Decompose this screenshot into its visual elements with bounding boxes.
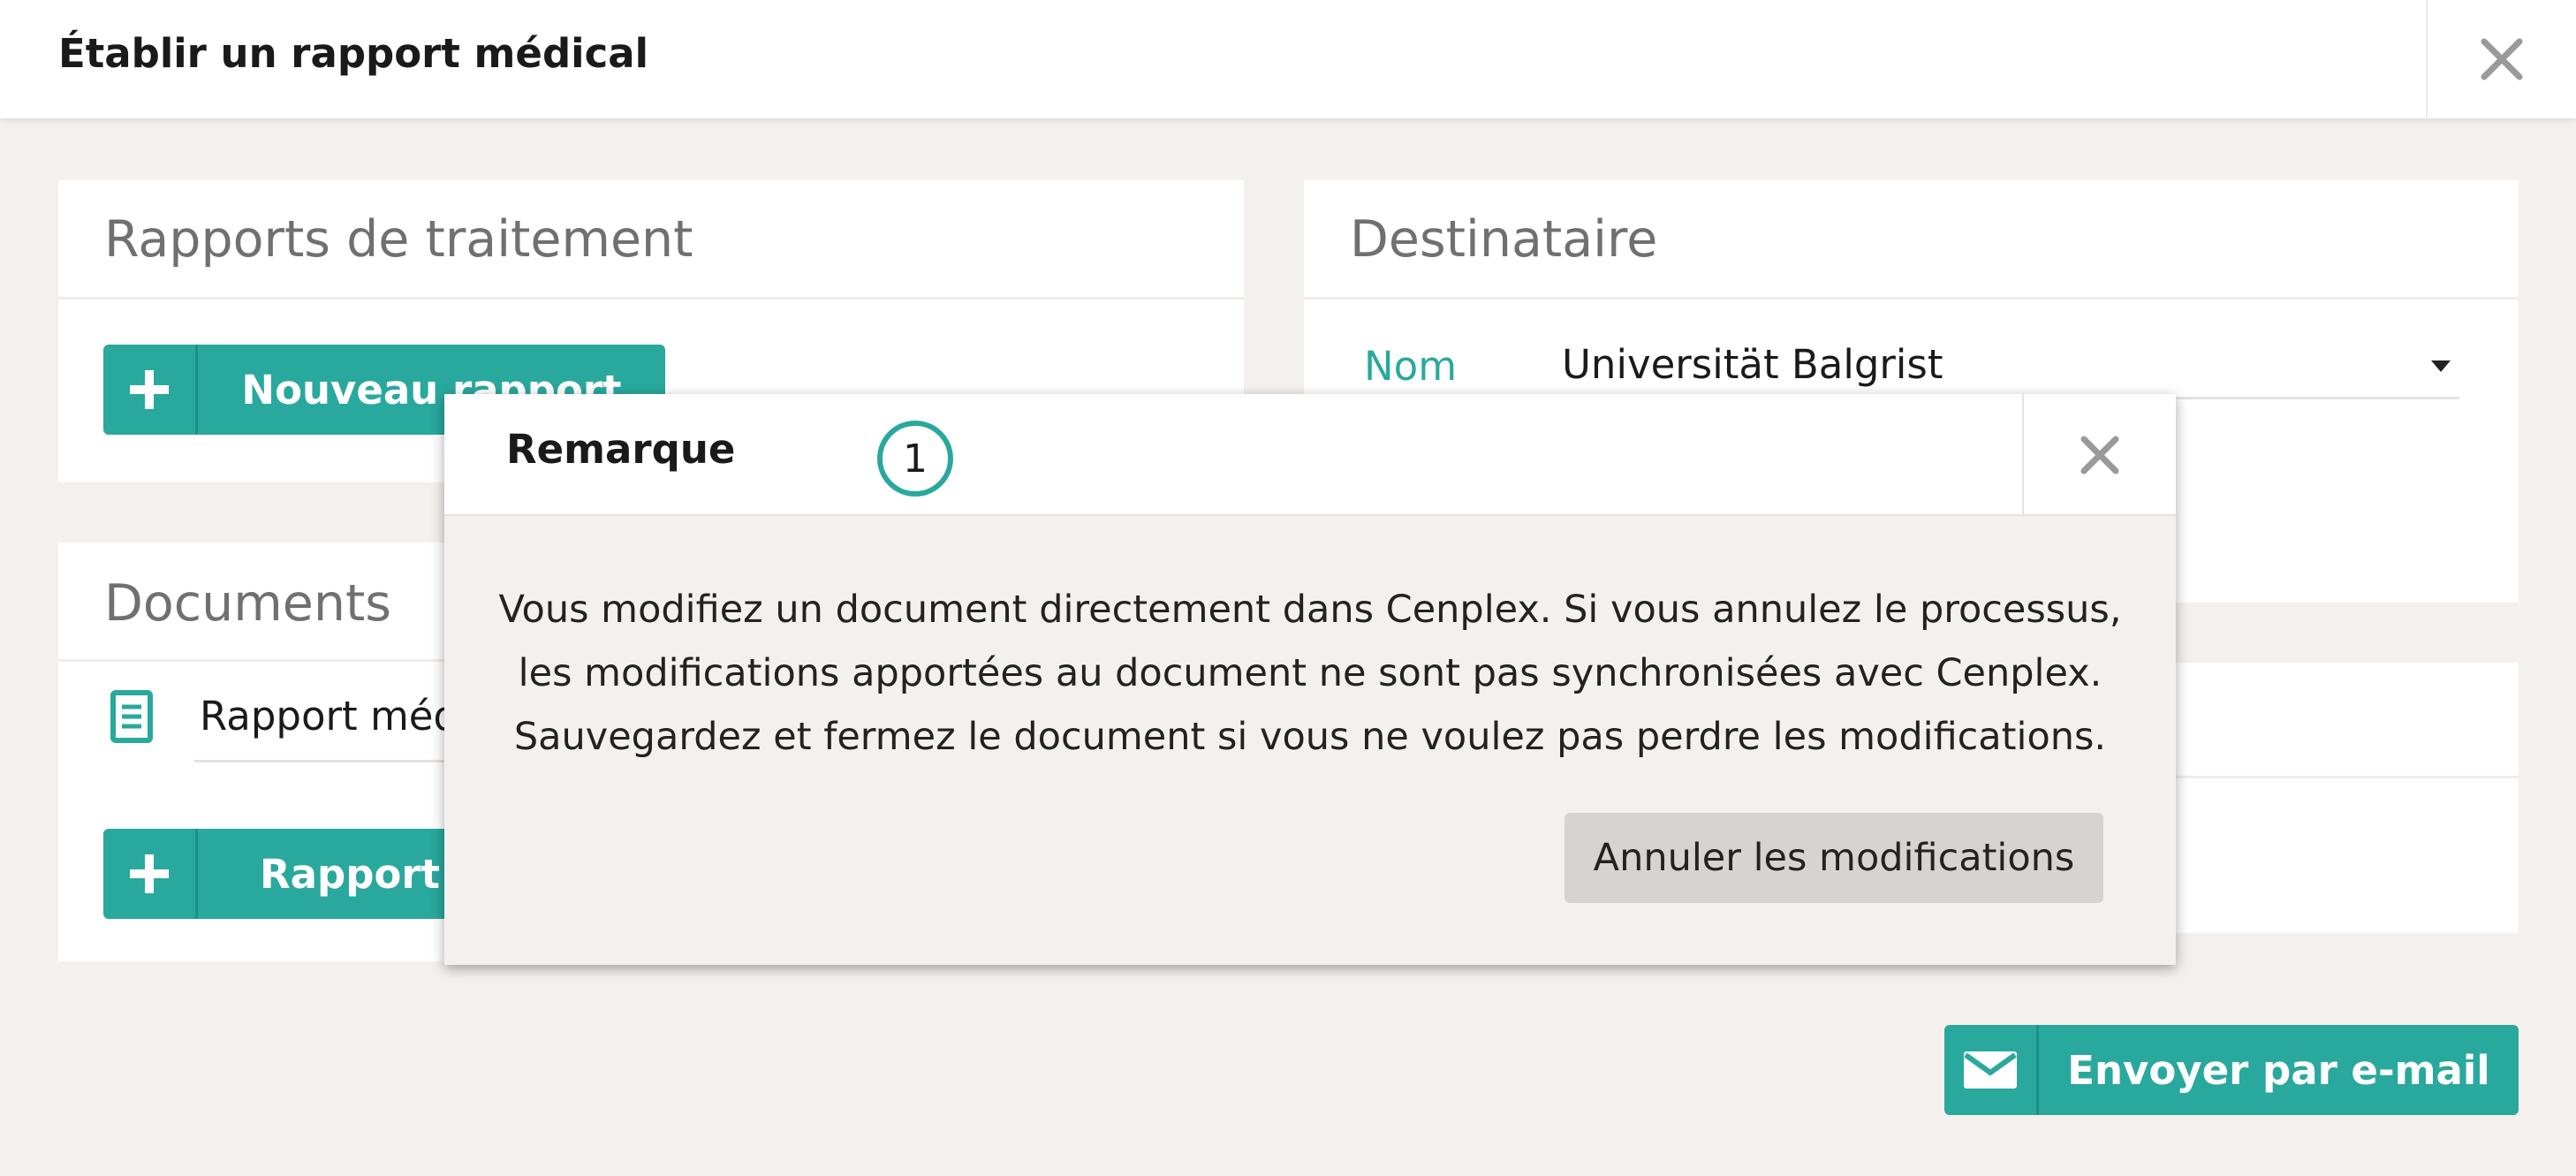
top-bar: Établir un rapport médical (0, 0, 2576, 118)
close-dialog-button[interactable] (2426, 0, 2576, 118)
cancel-changes-button[interactable]: Annuler les modifications (1565, 813, 2103, 903)
modal-message: Vous modifiez un document directement da… (480, 578, 2140, 769)
recipient-name-label: Nom (1364, 343, 1458, 390)
modal-message-line: Vous modifiez un document directement da… (498, 588, 2122, 632)
modal-title: Remarque (506, 426, 736, 473)
recipient-title: Destinataire (1350, 210, 1658, 269)
panel-divider (58, 297, 1244, 300)
treatment-reports-title: Rapports de traitement (104, 210, 693, 269)
close-icon (2080, 436, 2119, 474)
plus-icon (103, 345, 198, 435)
page-title: Établir un rapport médical (58, 30, 649, 77)
modal-message-line: Sauvegardez et fermez le document si vou… (513, 715, 2107, 759)
panel-divider (1304, 297, 2519, 300)
recipient-name-select[interactable]: Universität Balgrist (1562, 332, 2459, 399)
step-marker: 1 (877, 421, 953, 497)
document-icon (110, 690, 153, 743)
documents-title: Documents (104, 574, 391, 633)
send-email-label: Envoyer par e-mail (2067, 1046, 2490, 1094)
dropdown-caret-icon (2431, 360, 2451, 372)
close-icon (2481, 38, 2523, 80)
send-email-button[interactable]: Envoyer par e-mail (1944, 1025, 2519, 1115)
recipient-name-value: Universität Balgrist (1562, 341, 1943, 388)
plus-icon (103, 829, 198, 919)
mail-icon (1944, 1025, 2039, 1115)
notice-modal: Remarque 1 Vous modifiez un document dir… (444, 394, 2176, 965)
modal-header: Remarque 1 (444, 394, 2176, 516)
modal-message-line: les modifications apportées au document … (518, 651, 2102, 695)
modal-close-button[interactable] (2022, 394, 2176, 516)
document-item-label: Rapport méd (200, 693, 459, 740)
